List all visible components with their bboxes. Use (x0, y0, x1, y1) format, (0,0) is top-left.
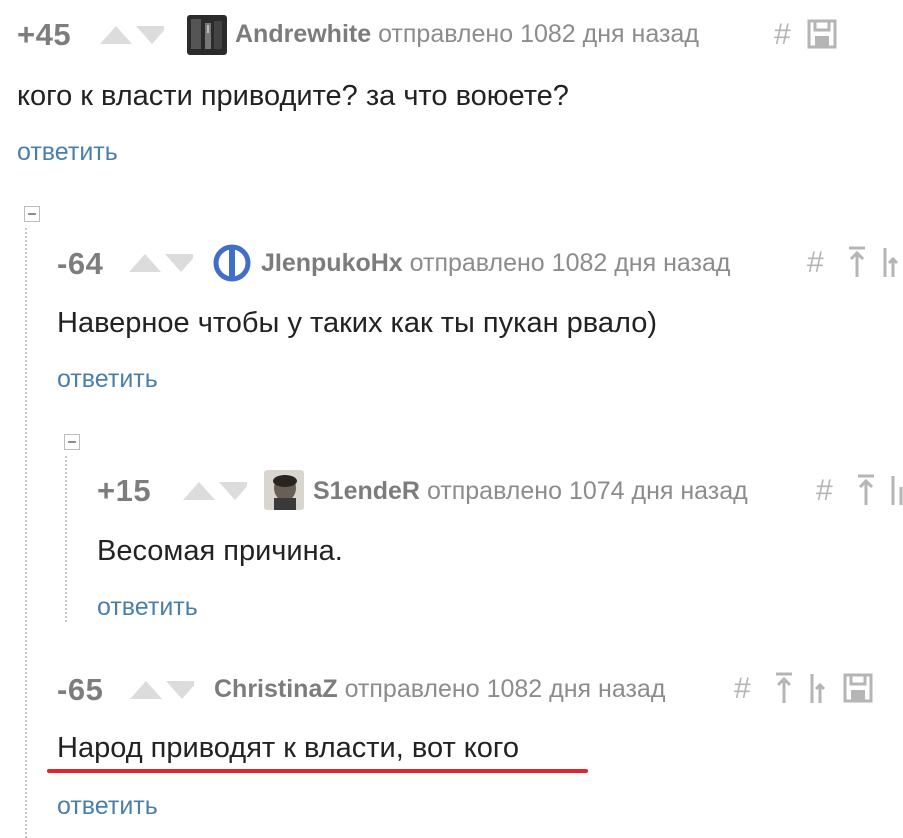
go-to-parent-icon[interactable] (855, 473, 877, 507)
go-to-parent-icon[interactable] (846, 245, 868, 279)
avatar[interactable] (212, 243, 252, 283)
upvote-icon[interactable] (183, 482, 215, 500)
comment-text: кого к власти приводите? за что воюете? (17, 80, 569, 112)
comment-timestamp: отправлено 1082 дня назад (378, 20, 699, 48)
comment-timestamp: отправлено 1082 дня назад (409, 249, 731, 277)
downvote-icon[interactable] (165, 254, 193, 272)
comment-author[interactable]: JIenpukoHx (261, 249, 403, 277)
reply-link[interactable]: ответить (97, 595, 198, 620)
go-to-parent-icon[interactable] (773, 671, 795, 705)
avatar[interactable] (187, 15, 227, 55)
comment-rating: +15 (97, 473, 152, 508)
hash-icon[interactable]: # (774, 18, 791, 52)
downvote-icon[interactable] (219, 482, 247, 500)
go-to-root-icon[interactable] (889, 473, 903, 507)
comment-author[interactable]: S1endeR (313, 477, 420, 505)
hash-icon[interactable]: # (734, 672, 751, 706)
collapse-thread-button[interactable] (24, 206, 40, 222)
avatar[interactable] (264, 470, 304, 510)
upvote-icon[interactable] (129, 254, 161, 272)
comment-rating: +45 (17, 17, 72, 52)
thread-line-level-1 (25, 228, 27, 838)
reply-link[interactable]: ответить (17, 140, 118, 165)
reply-link[interactable]: ответить (57, 367, 158, 392)
vote-arrows (183, 482, 247, 500)
comment-timestamp: отправлено 1082 дня назад (344, 675, 666, 703)
reply-link[interactable]: ответить (57, 794, 158, 819)
thread-line-level-2 (65, 456, 67, 622)
collapse-thread-button[interactable] (64, 434, 80, 450)
upvote-icon[interactable] (130, 681, 162, 699)
save-icon[interactable] (842, 672, 874, 704)
comment-rating: -64 (57, 246, 104, 281)
hash-icon[interactable]: # (816, 474, 833, 508)
downvote-icon[interactable] (136, 26, 164, 44)
comment-text: Весомая причина. (97, 535, 343, 567)
vote-arrows (130, 681, 194, 699)
highlight-underline (47, 769, 588, 773)
go-to-root-icon[interactable] (881, 245, 903, 279)
vote-arrows (100, 26, 164, 44)
comment-author[interactable]: Andrewhite (235, 20, 371, 48)
upvote-icon[interactable] (100, 26, 132, 44)
save-icon[interactable] (806, 18, 838, 50)
hash-icon[interactable]: # (807, 246, 824, 280)
comment-author[interactable]: ChristinaZ (214, 675, 338, 703)
comment-text: Наверное чтобы у таких как ты пукан рвал… (57, 307, 658, 339)
go-to-root-icon[interactable] (808, 671, 830, 705)
comment-text: Народ приводят к власти, вот кого (57, 732, 519, 764)
comment-timestamp: отправлено 1074 дня назад (426, 477, 748, 505)
vote-arrows (129, 254, 193, 272)
comment-rating: -65 (57, 672, 104, 707)
downvote-icon[interactable] (166, 681, 194, 699)
